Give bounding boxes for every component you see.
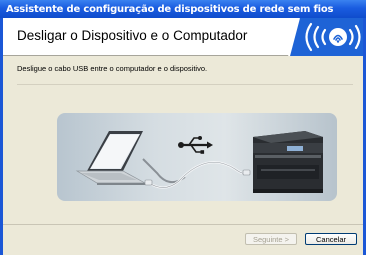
printer-icon [253, 131, 323, 193]
laptop-icon [75, 131, 186, 185]
usb-icon [178, 136, 213, 154]
wireless-icon [288, 18, 363, 56]
footer-divider [3, 224, 363, 225]
disconnect-illustration [57, 113, 337, 201]
page-title: Desligar o Dispositivo e o Computador [17, 28, 248, 43]
next-button[interactable]: Seguinte > [245, 233, 297, 245]
cancel-button[interactable]: Cancelar [305, 233, 357, 245]
wizard-header: Desligar o Dispositivo e o Computador [3, 18, 363, 56]
instruction-text: Desligue o cabo USB entre o computador e… [17, 64, 208, 73]
wizard-client-area: Desligar o Dispositivo e o Computador De… [3, 18, 363, 255]
window-title: Assistente de configuração de dispositiv… [0, 0, 366, 18]
divider [17, 84, 353, 85]
wizard-window: Assistente de configuração de dispositiv… [0, 0, 366, 255]
